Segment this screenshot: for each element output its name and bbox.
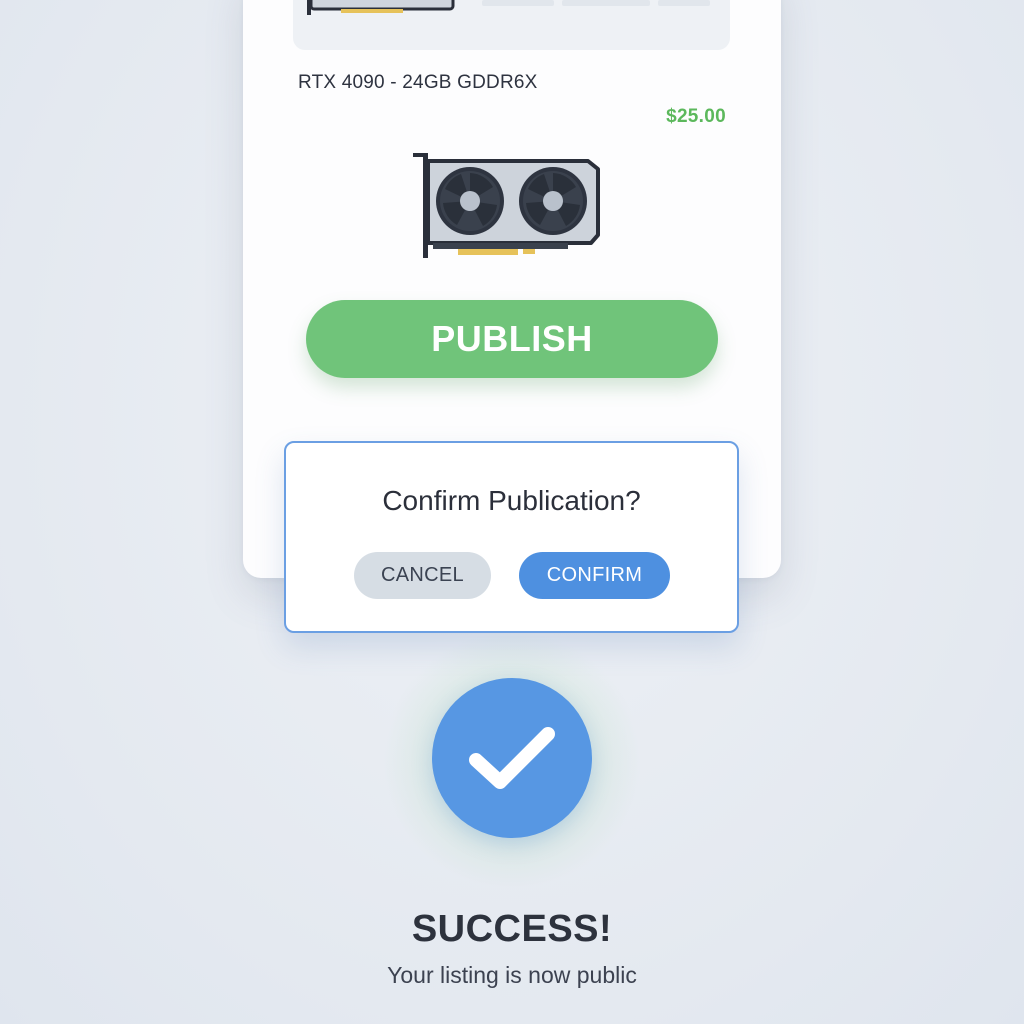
preview-bar [658, 0, 710, 6]
success-title: SUCCESS! [411, 908, 613, 950]
checkmark-icon [469, 727, 555, 789]
listing-price: $25.00 [666, 106, 726, 127]
cancel-button[interactable]: CANCEL [354, 552, 491, 599]
fan-right [519, 167, 587, 235]
confirm-publication-dialog: Confirm Publication? CANCEL CONFIRM [284, 441, 739, 633]
fan-left [436, 167, 504, 235]
dialog-question: Confirm Publication? [382, 485, 641, 516]
preview-bar [562, 0, 650, 6]
previous-listing-preview[interactable] [293, 0, 730, 50]
preview-bar [482, 0, 554, 6]
success-subtitle: Your listing is now public [387, 962, 637, 988]
success-badge [432, 678, 592, 838]
screen: RTX 4090 - 24GB GDDR6X $25.00 PUBLISH Co… [0, 0, 1024, 1024]
confirm-button[interactable]: CONFIRM [519, 552, 670, 599]
listing-title: RTX 4090 - 24GB GDDR6X [298, 72, 538, 93]
publish-button[interactable]: PUBLISH [306, 300, 718, 378]
graphics-card-thumbnail-icon [307, 0, 455, 15]
graphics-card-icon [413, 153, 600, 258]
